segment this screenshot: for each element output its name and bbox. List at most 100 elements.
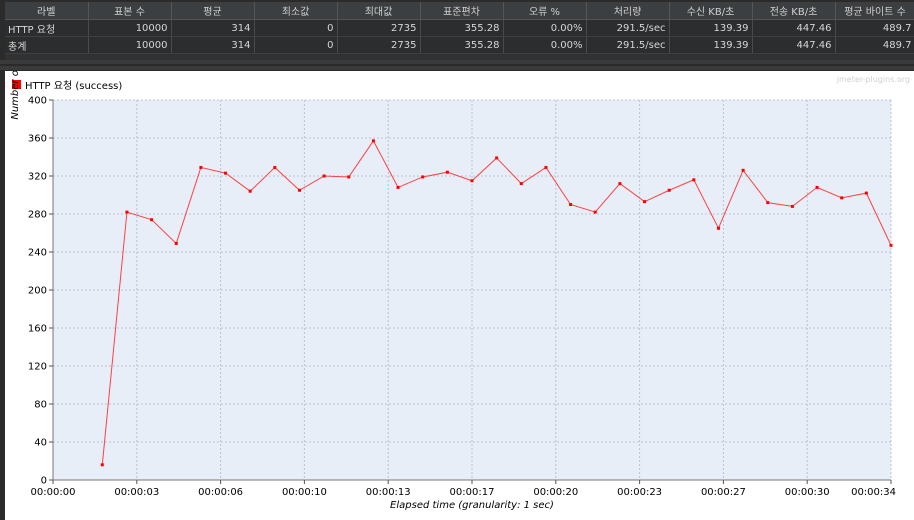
table-header-row: 라벨 표본 수 평균 최소값 최대값 표준편차 오류 % 처리량 수신 KB/초… <box>5 2 914 20</box>
x-tick-label: 00:00:13 <box>366 487 411 498</box>
data-point <box>174 241 178 245</box>
data-point <box>322 174 326 178</box>
x-tick-label: 00:00:34 <box>851 487 896 498</box>
transactions-chart: jmeter-plugins.org HTTP 요청 (success) 0 40… <box>10 71 910 511</box>
y-tick-label: 400 <box>28 96 47 107</box>
data-point <box>618 182 622 186</box>
column-header[interactable]: 평균 <box>171 2 255 20</box>
table-cell: 0 <box>254 36 338 54</box>
watermark: jmeter-plugins.org <box>836 75 910 84</box>
table-cell: 139.39 <box>669 36 753 54</box>
table-cell: 2735 <box>337 19 421 37</box>
table-cell: 총계 <box>5 36 89 54</box>
data-point <box>741 168 745 172</box>
table-row[interactable]: 총계 10000 314 0 2735 355.28 0.00% 291.5/s… <box>5 36 914 54</box>
y-tick-label: 160 <box>28 324 47 335</box>
data-point <box>396 185 400 189</box>
table-cell: 489.7 <box>835 19 914 37</box>
table-cell: 447.46 <box>752 36 836 54</box>
column-header[interactable]: 전송 KB/초 <box>752 2 836 20</box>
data-point <box>864 191 868 195</box>
data-point <box>421 175 425 179</box>
x-tick-label: 00:00:20 <box>533 487 578 498</box>
table-cell: 355.28 <box>420 19 504 37</box>
column-header[interactable]: 처리량 <box>586 2 670 20</box>
data-point <box>519 182 523 186</box>
table-cell: 447.46 <box>752 19 836 37</box>
table-cell: 291.5/sec <box>586 19 670 37</box>
x-tick-label: 00:00:30 <box>785 487 830 498</box>
data-point <box>643 200 647 204</box>
data-point <box>495 156 499 160</box>
x-axis-label: Elapsed time (granularity: 1 sec) <box>390 500 554 511</box>
column-header[interactable]: 오류 % <box>503 2 587 20</box>
table-cell: 2735 <box>337 36 421 54</box>
table-cell: HTTP 요청 <box>5 19 89 37</box>
summary-table-panel: 라벨 표본 수 평균 최소값 최대값 표준편차 오류 % 처리량 수신 KB/초… <box>5 2 914 60</box>
x-tick-label: 00:00:06 <box>198 487 243 498</box>
x-tick-label: 00:00:23 <box>617 487 662 498</box>
column-header[interactable]: 수신 KB/초 <box>669 2 753 20</box>
data-point <box>667 188 671 192</box>
summary-table: 라벨 표본 수 평균 최소값 최대값 표준편차 오류 % 처리량 수신 KB/초… <box>5 2 914 54</box>
table-cell: 10000 <box>88 19 172 37</box>
data-point <box>445 170 449 174</box>
data-point <box>224 171 228 175</box>
data-point <box>150 218 154 222</box>
table-cell: 10000 <box>88 36 172 54</box>
table-cell: 0.00% <box>503 19 587 37</box>
y-tick-label: 320 <box>28 172 47 183</box>
table-cell: 314 <box>171 36 255 54</box>
data-point <box>273 165 277 169</box>
x-tick-label: 00:00:03 <box>114 487 159 498</box>
table-cell: 314 <box>171 19 255 37</box>
data-point <box>889 243 893 247</box>
column-header[interactable]: 표준편차 <box>420 2 504 20</box>
x-tick-label: 00:00:10 <box>282 487 327 498</box>
y-tick-label: 0 <box>41 476 47 487</box>
y-tick-label: 80 <box>34 400 47 411</box>
column-header[interactable]: 최대값 <box>337 2 421 20</box>
column-header[interactable]: 평균 바이트 수 <box>835 2 914 20</box>
table-cell: 291.5/sec <box>586 36 670 54</box>
data-point <box>815 185 819 189</box>
data-point <box>716 226 720 230</box>
table-cell: 0.00% <box>503 36 587 54</box>
column-header[interactable]: 최소값 <box>254 2 338 20</box>
data-point <box>347 175 351 179</box>
x-tick-label: 00:00:27 <box>701 487 746 498</box>
data-point <box>840 196 844 200</box>
data-point <box>248 189 252 193</box>
column-header[interactable]: 라벨 <box>5 2 89 20</box>
y-axis-label: Number of transactions /sec <box>10 71 21 120</box>
data-point <box>593 210 597 214</box>
y-tick-label: 40 <box>34 438 47 449</box>
data-point <box>125 210 129 214</box>
table-cell: 0 <box>254 19 338 37</box>
chart-panel: jmeter-plugins.org HTTP 요청 (success) 0 40… <box>5 71 914 520</box>
data-point <box>199 165 203 169</box>
y-tick-label: 280 <box>28 210 47 221</box>
y-tick-label: 120 <box>28 362 47 373</box>
data-point <box>544 165 548 169</box>
data-point <box>790 204 794 208</box>
x-tick-label: 00:00:17 <box>450 487 495 498</box>
splitter-handle[interactable] <box>0 60 914 70</box>
y-tick-label: 200 <box>28 286 47 297</box>
data-point <box>470 179 474 183</box>
table-cell: 489.7 <box>835 36 914 54</box>
data-point <box>569 203 573 206</box>
table-cell: 139.39 <box>669 19 753 37</box>
y-tick-label: 240 <box>28 248 47 259</box>
table-cell: 355.28 <box>420 36 504 54</box>
data-point <box>766 201 770 205</box>
data-point <box>100 463 104 467</box>
data-point <box>371 139 375 143</box>
data-point <box>692 178 696 182</box>
data-point <box>297 188 301 192</box>
y-tick-label: 360 <box>28 134 47 145</box>
table-row[interactable]: HTTP 요청 10000 314 0 2735 355.28 0.00% 29… <box>5 19 914 37</box>
column-header[interactable]: 표본 수 <box>88 2 172 20</box>
legend-label: HTTP 요청 (success) <box>25 80 122 92</box>
x-tick-label: 00:00:00 <box>31 487 76 498</box>
